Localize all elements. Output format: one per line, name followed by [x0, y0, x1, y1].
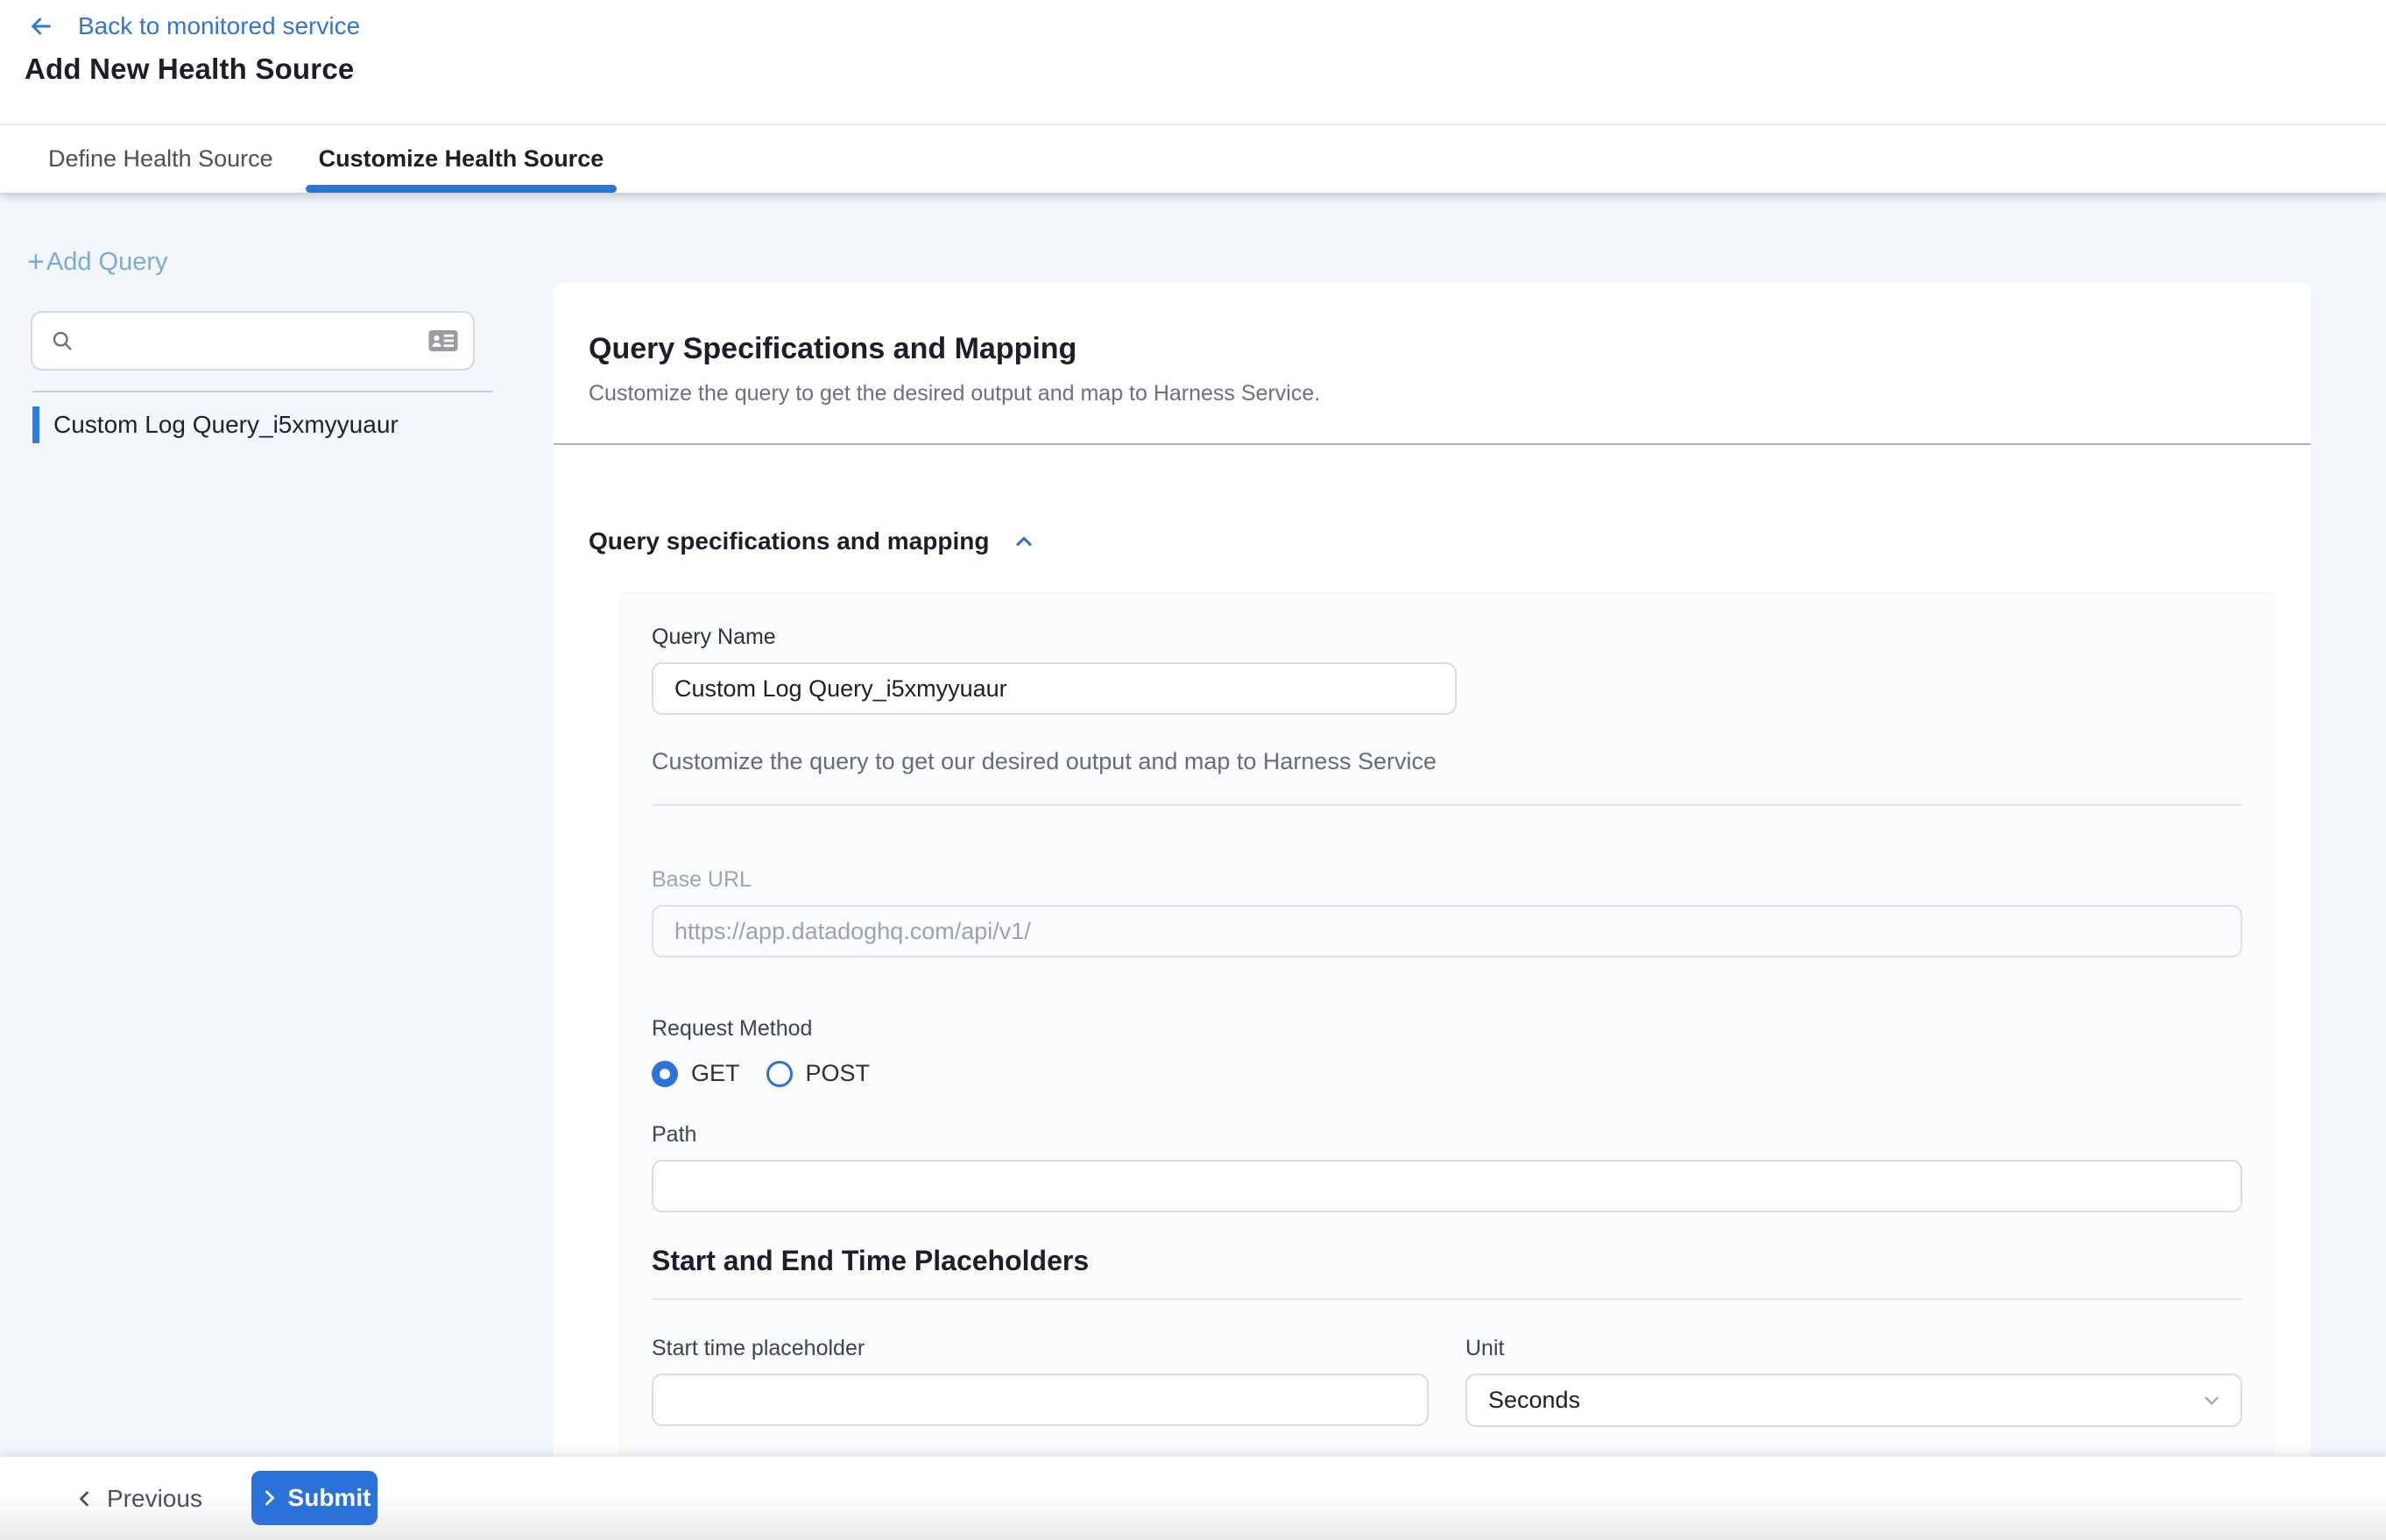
page-header: Back to monitored service Add New Health…: [0, 0, 2386, 124]
sidebar-divider: [32, 391, 493, 392]
radio-post-label: POST: [806, 1060, 871, 1087]
radio-option-get[interactable]: GET: [652, 1060, 740, 1087]
tab-customize-health-source[interactable]: Customize Health Source: [319, 125, 604, 193]
radio-option-post[interactable]: POST: [766, 1060, 871, 1087]
query-name-label: Query Name: [652, 625, 2242, 648]
tab-define-health-source[interactable]: Define Health Source: [48, 125, 273, 193]
tab-label: Customize Health Source: [319, 145, 604, 173]
radio-post[interactable]: [766, 1061, 793, 1087]
panel-header: Query Specifications and Mapping Customi…: [554, 283, 2311, 405]
add-query-label: Add Query: [46, 248, 168, 277]
request-method-label: Request Method: [652, 1017, 2242, 1040]
unit-label: Unit: [1465, 1337, 2242, 1360]
radio-get[interactable]: [652, 1061, 678, 1087]
add-query-button[interactable]: + Add Query: [27, 247, 168, 277]
submit-label: Submit: [288, 1484, 371, 1512]
back-link[interactable]: Back to monitored service: [27, 12, 360, 40]
unit-select-value: Seconds: [1488, 1387, 1580, 1414]
panel-title: Query Specifications and Mapping: [589, 332, 2276, 366]
plus-icon: +: [27, 247, 45, 277]
tab-label: Define Health Source: [48, 145, 273, 173]
path-label: Path: [652, 1123, 2242, 1146]
chevron-left-icon: [74, 1488, 95, 1509]
arrow-left-icon: [27, 12, 55, 40]
query-name-help-text: Customize the query to get our desired o…: [652, 748, 2242, 775]
query-name-input[interactable]: [652, 662, 1457, 715]
unit-field: Unit Seconds: [1465, 1337, 2242, 1427]
wizard-footer: Previous Submit: [0, 1457, 2386, 1540]
submit-button[interactable]: Submit: [251, 1471, 378, 1525]
page-title: Add New Health Source: [25, 53, 354, 86]
query-search-box: [31, 311, 475, 371]
section-heading-row: Query specifications and mapping: [589, 527, 2276, 555]
card-divider: [652, 1298, 2242, 1300]
chevron-right-icon: [258, 1487, 279, 1508]
id-card-icon[interactable]: [427, 328, 459, 354]
query-item-label: Custom Log Query_i5xmyyuaur: [53, 411, 399, 439]
start-time-field: Start time placeholder: [652, 1337, 1429, 1427]
selected-indicator: [32, 406, 39, 443]
start-time-label: Start time placeholder: [652, 1337, 1429, 1360]
base-url-input[interactable]: [652, 905, 2242, 957]
card-divider: [652, 804, 2242, 806]
panel-subtitle: Customize the query to get the desired o…: [589, 382, 2276, 405]
search-icon: [50, 328, 74, 353]
path-input[interactable]: [652, 1160, 2242, 1212]
search-input[interactable]: [87, 328, 427, 355]
previous-label: Previous: [107, 1485, 202, 1513]
request-method-radio-group: GET POST: [652, 1060, 2242, 1087]
placeholders-grid: Start time placeholder Unit Seconds: [652, 1337, 2242, 1427]
placeholders-heading: Start and End Time Placeholders: [652, 1245, 2242, 1277]
chevron-up-icon: [1012, 529, 1036, 554]
panel-divider: [554, 443, 2311, 445]
radio-get-label: GET: [691, 1060, 740, 1087]
chevron-down-icon: [2200, 1389, 2223, 1412]
active-tab-underline: [306, 185, 618, 193]
query-spec-card: Query Name Customize the query to get ou…: [618, 590, 2276, 1497]
section-heading: Query specifications and mapping: [589, 527, 989, 555]
collapse-section-button[interactable]: [1012, 529, 1036, 554]
base-url-label: Base URL: [652, 868, 2242, 891]
unit-select[interactable]: Seconds: [1465, 1374, 2242, 1427]
previous-button[interactable]: Previous: [74, 1457, 202, 1540]
query-panel: Query Specifications and Mapping Customi…: [554, 283, 2311, 1540]
tab-bar: Define Health Source Customize Health So…: [0, 125, 2386, 193]
start-time-input[interactable]: [652, 1374, 1429, 1426]
back-link-label: Back to monitored service: [78, 12, 360, 40]
sidebar: + Add Query Custom Log Query_i5xmyyuaur: [0, 193, 554, 1457]
query-list-item[interactable]: Custom Log Query_i5xmyyuaur: [32, 406, 523, 443]
